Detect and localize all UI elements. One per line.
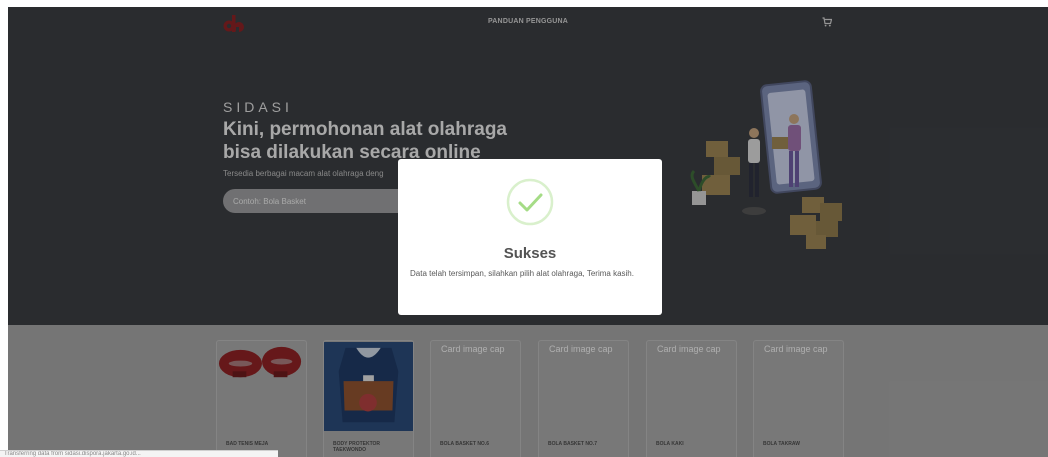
page: PANDUAN PENGGUNA SIDASI Kini, permohonan… <box>0 0 1048 457</box>
success-check-icon <box>506 178 554 226</box>
top-border <box>0 0 1048 7</box>
dialog-message: Data telah tersimpan, silahkan pilih ala… <box>410 269 634 278</box>
dialog-title: Sukses <box>503 245 557 262</box>
left-border <box>0 0 8 457</box>
status-bar: Transferring data from sidasi.dispora.ja… <box>0 450 278 457</box>
success-dialog: Sukses Data telah tersimpan, silahkan pi… <box>398 159 662 315</box>
